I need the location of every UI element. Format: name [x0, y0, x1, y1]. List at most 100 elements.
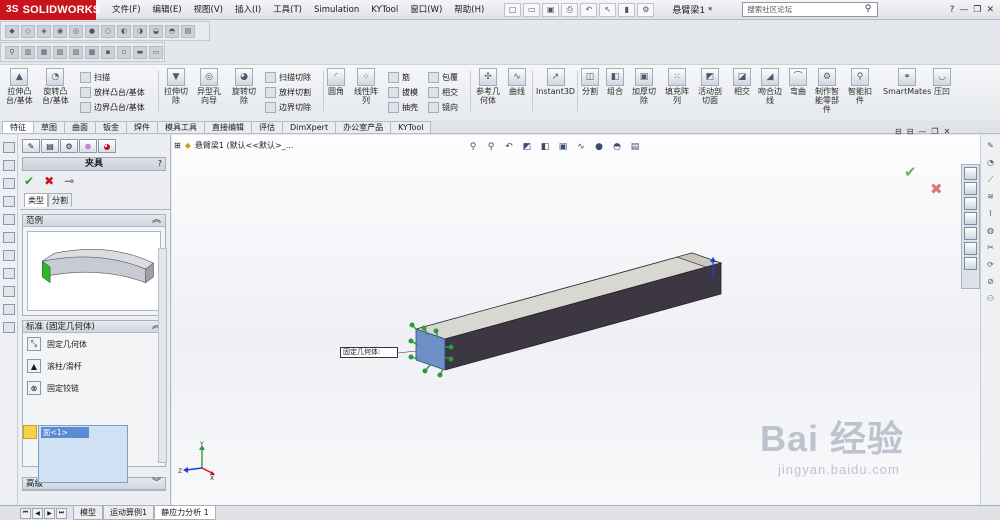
revolve-cut-button[interactable]: ◕ 旋转切 除: [232, 68, 256, 105]
thicken-cut-button[interactable]: ▣ 加厚切 除: [632, 68, 656, 105]
configuration-manager-icon[interactable]: ⚙: [60, 139, 78, 153]
boundary-cut-button[interactable]: 边界切除: [265, 100, 311, 114]
toolbar-icon[interactable]: ◇: [21, 24, 35, 38]
solidworks-logo[interactable]: 3S SOLIDWORKS: [0, 0, 100, 20]
combine-button[interactable]: ◧ 组合: [606, 68, 624, 96]
smart-fasteners-button[interactable]: ⚲ 智能扣 件: [848, 68, 872, 105]
rib-button[interactable]: 筋: [388, 70, 410, 84]
search-icon[interactable]: ⚲: [865, 4, 872, 14]
zoom-to-fit-icon[interactable]: ⚲: [466, 140, 480, 153]
view-palette-icon[interactable]: [964, 227, 977, 240]
tool-icon[interactable]: [2, 232, 15, 243]
tool-icon[interactable]: ⊘: [985, 277, 997, 288]
toolbar-icon[interactable]: ▤: [181, 24, 195, 38]
hole-wizard-button[interactable]: ◎ 异型孔 向导: [197, 68, 221, 105]
scene-icon[interactable]: ◓: [610, 140, 624, 153]
revolve-boss-button[interactable]: ◔ 旋转凸 台/基体: [42, 68, 69, 105]
hide-show-icon[interactable]: ∿: [574, 140, 588, 153]
collapse-icon[interactable]: ︽: [152, 214, 161, 226]
save-icon[interactable]: ▣: [542, 2, 560, 17]
tab-office-products[interactable]: 办公室产品: [335, 121, 392, 133]
menu-file[interactable]: 文件(F): [106, 0, 147, 20]
appearance-icon[interactable]: ●: [592, 140, 606, 153]
extrude-cut-button[interactable]: ▼ 拉伸切 除: [164, 68, 188, 105]
tab-dimxpert[interactable]: DimXpert: [282, 121, 337, 133]
selection-list[interactable]: 面<1>: [38, 425, 128, 483]
expand-icon[interactable]: ︾: [152, 477, 161, 489]
menu-insert[interactable]: 插入(I): [229, 0, 267, 20]
selected-face[interactable]: 面<1>: [41, 427, 89, 438]
toolbar-icon[interactable]: ◐: [117, 24, 131, 38]
resources-icon[interactable]: [964, 167, 977, 180]
flex-button[interactable]: ⌒ 弯曲: [789, 68, 807, 96]
split-view-icon[interactable]: ⊟: [907, 127, 914, 136]
tool-icon[interactable]: ✂: [985, 243, 997, 254]
help-button[interactable]: ?: [158, 158, 162, 170]
loft-cut-button[interactable]: 放样切割: [265, 85, 311, 99]
close-icon[interactable]: ✕: [986, 5, 994, 15]
feature-manager-icon[interactable]: ✎: [22, 139, 40, 153]
expand-icon[interactable]: ⊞: [174, 141, 181, 150]
make-smart-component-button[interactable]: ⚙ 制作智 能零部 件: [815, 68, 839, 114]
home-icon[interactable]: [964, 182, 977, 195]
tool-icon[interactable]: ◍: [985, 226, 997, 237]
extrude-boss-button[interactable]: ▲ 拉伸凸 台/基体: [6, 68, 33, 105]
toolbar-icon[interactable]: ●: [85, 24, 99, 38]
menu-view[interactable]: 视图(V): [188, 0, 229, 20]
toolbar-icon[interactable]: ○: [101, 24, 115, 38]
tool-icon[interactable]: ≋: [985, 192, 997, 203]
view-orientation-icon[interactable]: ◧: [538, 140, 552, 153]
tool-icon[interactable]: ⚇: [985, 294, 997, 305]
toolbar-icon[interactable]: ◈: [37, 24, 51, 38]
draft-button[interactable]: 拔模: [388, 85, 418, 99]
tab-direct-editing[interactable]: 直接编辑: [204, 121, 252, 133]
menu-help[interactable]: 帮助(H): [448, 0, 490, 20]
option-fixed-hinge[interactable]: ⊗ 固定铰链: [23, 377, 165, 399]
options-icon[interactable]: ⚙: [637, 2, 655, 17]
wrap-button[interactable]: 包覆: [428, 70, 458, 84]
curves-button[interactable]: ∿ 曲线: [508, 68, 526, 96]
tab-mold-tools[interactable]: 模具工具: [157, 121, 205, 133]
menu-simulation[interactable]: Simulation: [308, 0, 365, 20]
ok-icon[interactable]: ✔: [24, 174, 34, 188]
confirm-cancel-icon[interactable]: ✖: [930, 180, 943, 198]
mirror-button[interactable]: 镜向: [428, 100, 458, 114]
toolbar-icon[interactable]: ▥: [21, 45, 35, 59]
menu-tools[interactable]: 工具(T): [267, 0, 308, 20]
toolbar-icon[interactable]: ◉: [53, 24, 67, 38]
sweep-cut-button[interactable]: 扫描切除: [265, 70, 311, 84]
zoom-icon[interactable]: ⚲: [5, 45, 19, 59]
boundary-boss-button[interactable]: 边界凸台/基体: [80, 100, 145, 114]
toolbar-icon[interactable]: ▪: [101, 45, 115, 59]
indent-button[interactable]: ◡ 压凹: [933, 68, 951, 96]
menu-edit[interactable]: 编辑(E): [147, 0, 188, 20]
toolbar-icon[interactable]: ◒: [149, 24, 163, 38]
toolbar-icon[interactable]: ▩: [85, 45, 99, 59]
tool-icon[interactable]: [2, 196, 15, 207]
toolbar-icon[interactable]: ◓: [165, 24, 179, 38]
fixture-callout[interactable]: 固定几何体:: [340, 347, 398, 358]
tool-icon[interactable]: ⌇: [985, 209, 997, 220]
section-view-icon[interactable]: ◩: [520, 140, 534, 153]
tool-icon[interactable]: [2, 142, 15, 153]
live-section-plane-button[interactable]: ◩ 活动剖 切面: [698, 68, 722, 105]
tab-type[interactable]: 类型: [24, 193, 48, 207]
appearances-icon[interactable]: [964, 242, 977, 255]
tab-model[interactable]: 模型: [73, 506, 103, 520]
fill-pattern-button[interactable]: ⁙ 填充阵 列: [665, 68, 689, 105]
search-input[interactable]: 搜索社区论坛 ⚲: [742, 2, 879, 17]
toolbar-icon[interactable]: ▧: [53, 45, 67, 59]
menu-kytool[interactable]: KYTool: [365, 0, 404, 20]
tool-icon[interactable]: [2, 214, 15, 225]
open-icon[interactable]: ▭: [523, 2, 541, 17]
toolbar-icon[interactable]: ▨: [69, 45, 83, 59]
split-view-icon[interactable]: ⊟: [895, 127, 902, 136]
new-icon[interactable]: □: [504, 2, 522, 17]
restore-icon[interactable]: ❐: [973, 5, 981, 15]
help-icon[interactable]: ?: [950, 5, 955, 15]
prev-tab-icon[interactable]: ◀: [32, 507, 43, 519]
toolbar-icon[interactable]: ◎: [69, 24, 83, 38]
instant3d-button[interactable]: ↗ Instant3D: [536, 68, 575, 96]
intersect-button[interactable]: 相交: [428, 85, 458, 99]
pushpin-icon[interactable]: ⊸: [64, 174, 74, 188]
